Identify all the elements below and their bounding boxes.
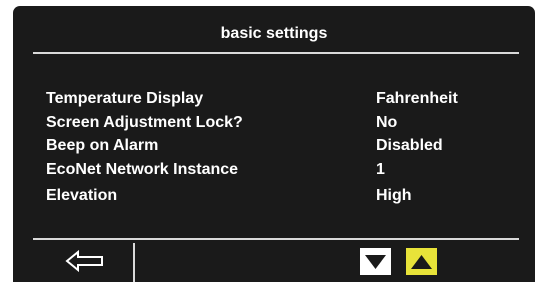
back-button[interactable]	[61, 245, 109, 277]
setting-label-screen-adjustment-lock: Screen Adjustment Lock?	[46, 114, 243, 131]
setting-label-econet-network-instance: EcoNet Network Instance	[46, 161, 239, 178]
settings-screen: basic settings Temperature Display Fahre…	[13, 6, 535, 282]
triangle-up-icon	[411, 254, 432, 269]
setting-value-screen-adjustment-lock[interactable]: No	[376, 114, 397, 132]
setting-label-temperature-display: Temperature Display	[46, 90, 204, 107]
footer-divider	[33, 238, 519, 240]
setting-value-beep-on-alarm[interactable]: Disabled	[376, 137, 443, 155]
setting-label-elevation: Elevation	[46, 187, 118, 204]
setting-value-elevation[interactable]: High	[376, 187, 412, 205]
arrow-left-icon	[65, 250, 103, 272]
scroll-down-button[interactable]	[360, 248, 391, 275]
footer-vertical-divider	[133, 243, 135, 282]
setting-label-beep-on-alarm: Beep on Alarm	[46, 137, 159, 154]
triangle-down-icon	[365, 254, 386, 269]
header-divider	[33, 52, 519, 54]
scroll-up-button[interactable]	[406, 248, 437, 275]
setting-value-econet-network-instance[interactable]: 1	[376, 161, 385, 179]
page-title: basic settings	[220, 25, 328, 42]
setting-value-temperature-display[interactable]: Fahrenheit	[376, 90, 458, 108]
